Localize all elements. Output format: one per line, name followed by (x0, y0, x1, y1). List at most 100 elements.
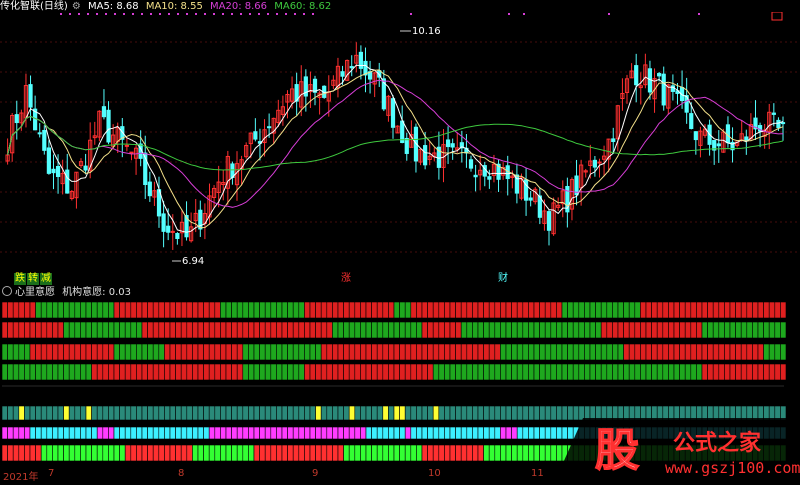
strip-4-cell (533, 363, 540, 381)
strip-2-cell (220, 321, 227, 339)
strip-2-cell (85, 321, 92, 339)
strip-2-cell (740, 321, 748, 339)
strip-1-cell (12, 301, 20, 319)
strip-6-cell (438, 426, 445, 440)
strip-7-cell (348, 444, 356, 462)
strip-2-cell (662, 321, 669, 339)
strip-2-cell (371, 321, 378, 339)
strip-7-cell (382, 444, 389, 462)
strip-7-cell (80, 444, 87, 462)
strip-2-cell (253, 321, 260, 339)
strip-5-cell (354, 405, 361, 421)
strip-6-cell (511, 426, 518, 440)
event-tick (132, 13, 134, 15)
candle-body (51, 168, 56, 174)
strip-6-cell (281, 426, 288, 440)
strip-7-cell (399, 444, 406, 462)
strip-1-cell (292, 301, 300, 319)
strip-1-cell (584, 301, 591, 319)
candle-body (267, 126, 272, 129)
candle-body (634, 65, 639, 86)
strip-1-cell (679, 301, 686, 319)
strip-7-cell (1, 444, 8, 462)
strip-2-cell (320, 321, 328, 339)
strip-5-cell (236, 405, 244, 421)
strip-3-cell (544, 343, 552, 361)
strip-3-cell (236, 343, 244, 361)
strip-7-cell (29, 444, 36, 462)
strip-3-cell (371, 343, 378, 361)
strip-1-cell (108, 301, 115, 319)
strip-2-cell (584, 321, 591, 339)
strip-3-cell (388, 343, 395, 361)
strip-2-cell (343, 321, 350, 339)
strip-1-cell (315, 301, 322, 319)
strip-4-cell (684, 363, 692, 381)
settings-icon[interactable]: ⚙ (72, 1, 81, 12)
strip-2-cell (298, 321, 305, 339)
strip-2-cell (259, 321, 266, 339)
strip-5-cell (119, 405, 126, 421)
strip-3-cell (12, 343, 20, 361)
strip-3-cell (214, 343, 221, 361)
strip-5-cell (124, 405, 132, 421)
strip-7-cell (337, 444, 344, 462)
strip-7-cell (410, 444, 417, 462)
strip-7-cell (186, 444, 193, 462)
event-tick (303, 13, 305, 15)
strip-7-cell (354, 444, 361, 462)
strip-3-cell (360, 343, 367, 361)
event-tick (523, 13, 525, 15)
strip-4-cell (248, 363, 255, 381)
strip-2-cell (488, 321, 496, 339)
strip-4-cell (550, 363, 557, 381)
strip-6-cell (175, 426, 182, 440)
strip-2-cell (673, 321, 680, 339)
strip-1-cell (393, 301, 400, 319)
strip-7-cell (360, 444, 367, 462)
strip-1-cell (57, 301, 64, 319)
strip-5-cell (365, 405, 372, 421)
candle-body (776, 119, 781, 129)
strip-5-cell (158, 405, 165, 421)
candle-body (349, 66, 354, 69)
candle-body (423, 145, 428, 166)
strip-3-cell (309, 343, 316, 361)
strip-4-cell (208, 363, 216, 381)
strip-7-cell (332, 444, 339, 462)
candlestick-chart[interactable]: 10.16 6.94 (0, 12, 800, 286)
candle-body (611, 138, 616, 143)
event-tick (60, 13, 62, 15)
strip-2-cell (119, 321, 126, 339)
strip-1-cell (85, 301, 92, 319)
strip-4-cell (617, 363, 624, 381)
strip-4-cell (679, 363, 686, 381)
event-tick (276, 13, 278, 15)
strip-2-cell (544, 321, 552, 339)
candle-body (390, 98, 396, 128)
strip-2-cell (645, 321, 652, 339)
strip-6-cell (119, 426, 126, 440)
strip-2-cell (763, 321, 770, 339)
strip-2-cell (494, 321, 501, 339)
strip-3-cell (24, 343, 31, 361)
strip-4-cell (231, 363, 238, 381)
strip-5-cell (248, 405, 255, 421)
strip-6-cell (304, 426, 311, 440)
strip-1-cell (444, 301, 451, 319)
strip-2-cell (203, 321, 210, 339)
strip-3-cell (673, 343, 680, 361)
strip-2-cell (724, 321, 731, 339)
strip-6-cell (466, 426, 473, 440)
strip-1-cell (298, 301, 305, 319)
settings-circle-icon[interactable] (2, 286, 12, 296)
strip-1-cell (589, 301, 596, 319)
strip-2-cell (432, 321, 440, 339)
strip-3-cell (192, 343, 199, 361)
strip-3-cell (561, 343, 568, 361)
strip-2-cell (102, 321, 109, 339)
strip-3-cell (718, 343, 725, 361)
strip-2-cell (595, 321, 602, 339)
strip-4-cell (556, 363, 563, 381)
strip-1-cell (309, 301, 316, 319)
